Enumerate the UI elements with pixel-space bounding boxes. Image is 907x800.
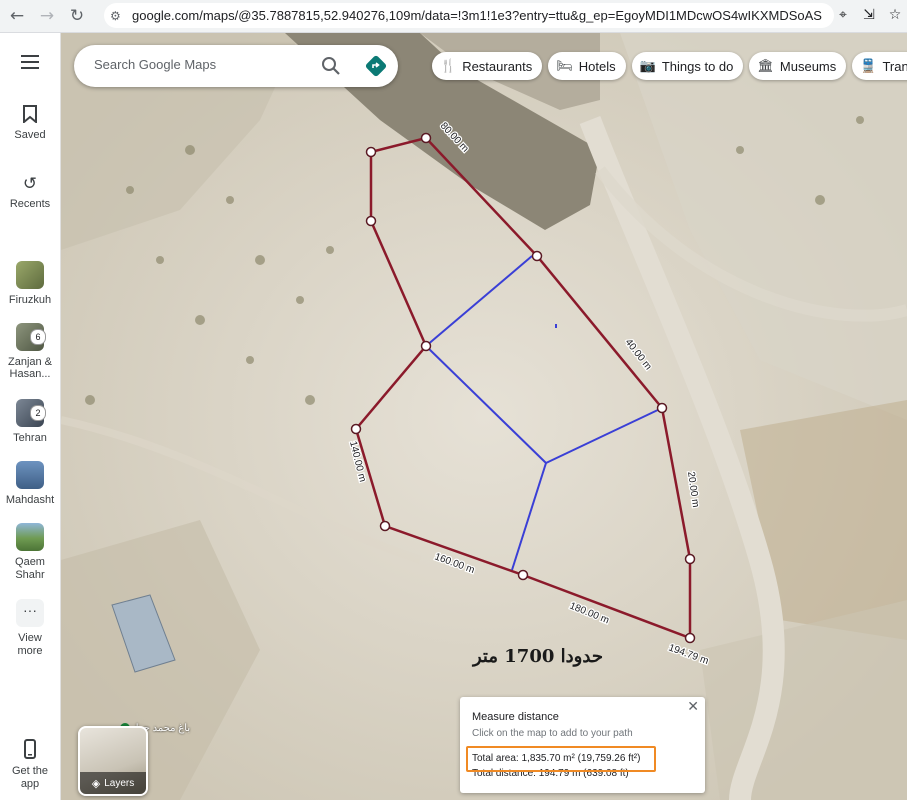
chip-label: Hotels (578, 58, 616, 74)
saved-button[interactable]: Saved (0, 105, 60, 141)
recent-place-mahdasht[interactable]: Mahdasht (0, 461, 60, 506)
directions-icon[interactable] (364, 54, 388, 78)
vertex-handle[interactable] (420, 132, 432, 144)
museum-icon: 🏛 (757, 58, 774, 74)
recents-button[interactable]: ↺ Recents (0, 174, 60, 210)
layers-icon: ◈ (91, 776, 101, 790)
vertex-handle[interactable] (420, 340, 432, 352)
view-more-button[interactable]: ··· View more (0, 599, 60, 658)
recent-place-zanjan[interactable]: 6 Zanjan & Hasan... (0, 323, 60, 380)
recent-place-qaem-shahr[interactable]: Qaem Shahr (0, 523, 60, 582)
install-app-icon[interactable]: ⇲ (859, 5, 879, 25)
saved-label: Saved (14, 129, 46, 141)
category-chips: 🍴 Restaurants 🛏 Hotels 📷 Things to do 🏛 … (432, 52, 907, 80)
site-info-icon[interactable]: ⚙ (110, 9, 124, 23)
place-thumbnail (16, 523, 44, 551)
count-badge: 2 (30, 405, 46, 421)
bookmark-icon (23, 105, 37, 123)
browser-toolbar: ← → ↻ ⚙ google.com/maps/@35.7887815,52.9… (0, 0, 907, 33)
recent-place-firuzkuh[interactable]: Firuzkuh (0, 261, 60, 306)
more-dots-icon: ··· (16, 599, 44, 627)
layers-caption: ◈ Layers (80, 772, 146, 794)
vertex-handle[interactable] (365, 215, 377, 227)
back-arrow-icon[interactable]: ← (4, 3, 30, 29)
train-icon: 🚆 (860, 58, 877, 74)
vertex-handle[interactable] (350, 423, 362, 435)
place-label: Firuzkuh (8, 294, 52, 306)
search-icon[interactable] (320, 55, 342, 77)
location-icon[interactable]: ⌖ (833, 5, 853, 25)
get-app-label: Get the app (11, 765, 49, 790)
view-more-label: View more (17, 632, 43, 657)
total-area: Total area: 1,835.70 m² (19,759.26 ft²) (472, 753, 641, 764)
chip-label: Museums (779, 58, 837, 74)
vertex-handle[interactable] (656, 402, 668, 414)
camera-icon: 📷 (639, 58, 656, 74)
vertex-handle[interactable] (517, 569, 529, 581)
bookmark-star-icon[interactable]: ☆ (885, 5, 905, 25)
place-thumbnail (16, 461, 44, 489)
recent-place-tehran[interactable]: 2 Tehran (0, 399, 60, 444)
measure-distance-panel: Measure distance Click on the map to add… (460, 697, 705, 793)
chip-museums[interactable]: 🏛 Museums (749, 52, 847, 80)
vertex-handle[interactable] (379, 520, 391, 532)
chip-transit[interactable]: 🚆 Transit (852, 52, 907, 80)
vertex-handle[interactable] (365, 146, 377, 158)
close-icon[interactable]: ✕ (687, 699, 699, 715)
menu-button[interactable] (0, 55, 60, 69)
place-label: Tehran (13, 432, 47, 444)
chip-label: Transit (882, 58, 907, 74)
phone-icon (24, 739, 36, 759)
recents-label: Recents (9, 198, 51, 210)
search-input[interactable] (92, 56, 316, 73)
address-bar[interactable]: ⚙ google.com/maps/@35.7887815,52.940276,… (104, 3, 834, 28)
count-badge: 6 (30, 329, 46, 345)
vertex-handle[interactable] (531, 250, 543, 262)
layers-label: Layers (104, 777, 135, 789)
history-icon: ↺ (22, 174, 38, 194)
chip-restaurants[interactable]: 🍴 Restaurants (432, 52, 543, 80)
chip-label: Restaurants (462, 58, 533, 74)
search-box[interactable] (74, 45, 398, 87)
chip-label: Things to do (661, 58, 734, 74)
place-label: Qaem Shahr (15, 556, 45, 581)
measure-title: Measure distance (472, 711, 559, 723)
place-label: Zanjan & Hasan... (7, 356, 53, 380)
url-text: google.com/maps/@35.7887815,52.940276,10… (132, 8, 822, 23)
satellite-map[interactable]: 80.00 m 40.00 m 20.00 m 140.00 m 160.00 … (61, 33, 907, 800)
place-thumbnail: 6 (16, 323, 46, 351)
vertex-handle[interactable] (684, 553, 696, 565)
area-annotation: حدودا 1700 متر (473, 646, 603, 667)
chip-things-to-do[interactable]: 📷 Things to do (631, 52, 744, 80)
forward-arrow-icon[interactable]: → (34, 3, 60, 29)
hamburger-icon (21, 55, 39, 69)
reload-icon[interactable]: ↻ (64, 3, 90, 29)
map-marker-dot (555, 324, 557, 328)
map-canvas[interactable]: 80.00 m 40.00 m 20.00 m 140.00 m 160.00 … (61, 33, 907, 800)
fork-knife-icon: 🍴 (440, 58, 457, 74)
chip-hotels[interactable]: 🛏 Hotels (548, 52, 626, 80)
layers-button[interactable]: ◈ Layers (78, 726, 148, 796)
bed-icon: 🛏 (556, 58, 573, 74)
place-thumbnail (16, 261, 44, 289)
left-rail: Saved ↺ Recents Firuzkuh 6 Zanjan & Hasa… (0, 33, 61, 800)
place-thumbnail: 2 (16, 399, 46, 427)
get-app-button[interactable]: Get the app (0, 739, 60, 791)
total-distance: Total distance: 194.79 m (639.08 ft) (472, 768, 629, 779)
measure-hint: Click on the map to add to your path (472, 728, 633, 739)
vertex-handle[interactable] (684, 632, 696, 644)
place-label: Mahdasht (5, 494, 55, 506)
